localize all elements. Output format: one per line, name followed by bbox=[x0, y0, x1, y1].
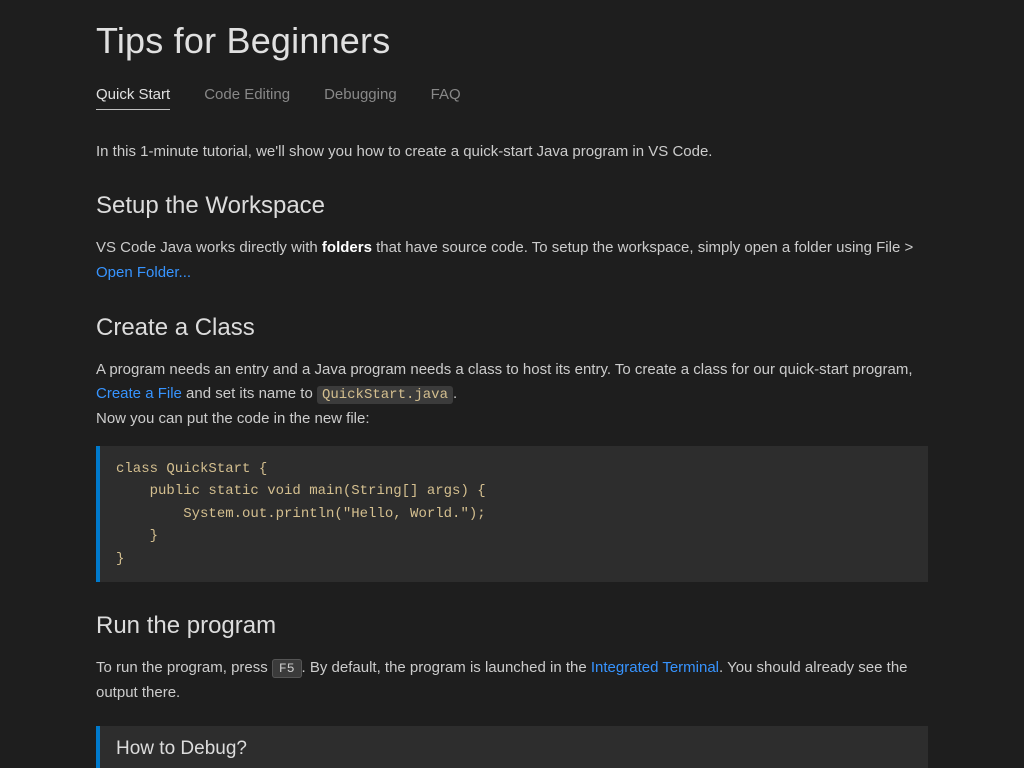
link-open-folder[interactable]: Open Folder... bbox=[96, 264, 191, 281]
text-fragment: A program needs an entry and a Java prog… bbox=[96, 361, 913, 378]
section-run-body: To run the program, press F5. By default… bbox=[96, 656, 928, 706]
heading-run-program: Run the program bbox=[96, 612, 928, 640]
tab-faq[interactable]: FAQ bbox=[431, 86, 461, 110]
tab-debugging[interactable]: Debugging bbox=[324, 86, 397, 110]
inline-code-filename: QuickStart.java bbox=[317, 386, 453, 404]
text-fragment: . bbox=[453, 385, 457, 402]
page-title: Tips for Beginners bbox=[96, 20, 928, 62]
section-create-class-body: A program needs an entry and a Java prog… bbox=[96, 358, 928, 433]
text-fragment: that have source code. To setup the work… bbox=[372, 239, 913, 256]
section-workspace-body: VS Code Java works directly with folders… bbox=[96, 236, 928, 286]
key-f5: F5 bbox=[272, 659, 302, 678]
tab-code-editing[interactable]: Code Editing bbox=[204, 86, 290, 110]
text-fragment: VS Code Java works directly with bbox=[96, 239, 322, 256]
tab-quick-start[interactable]: Quick Start bbox=[96, 86, 170, 110]
text-fragment: and set its name to bbox=[182, 385, 317, 402]
callout-title: How to Debug? bbox=[116, 738, 912, 760]
text-fragment: Now you can put the code in the new file… bbox=[96, 410, 370, 427]
intro-text: In this 1-minute tutorial, we'll show yo… bbox=[96, 140, 928, 164]
link-create-file[interactable]: Create a File bbox=[96, 385, 182, 402]
bold-folders: folders bbox=[322, 239, 372, 256]
heading-setup-workspace: Setup the Workspace bbox=[96, 192, 928, 220]
heading-create-class: Create a Class bbox=[96, 314, 928, 342]
link-integrated-terminal[interactable]: Integrated Terminal bbox=[591, 659, 719, 676]
tabs: Quick Start Code Editing Debugging FAQ bbox=[96, 86, 928, 110]
code-block-quickstart: class QuickStart { public static void ma… bbox=[96, 446, 928, 582]
callout-how-to-debug: How to Debug? When you press F5, you are… bbox=[96, 726, 928, 768]
text-fragment: To run the program, press bbox=[96, 659, 272, 676]
text-fragment: . By default, the program is launched in… bbox=[302, 659, 591, 676]
